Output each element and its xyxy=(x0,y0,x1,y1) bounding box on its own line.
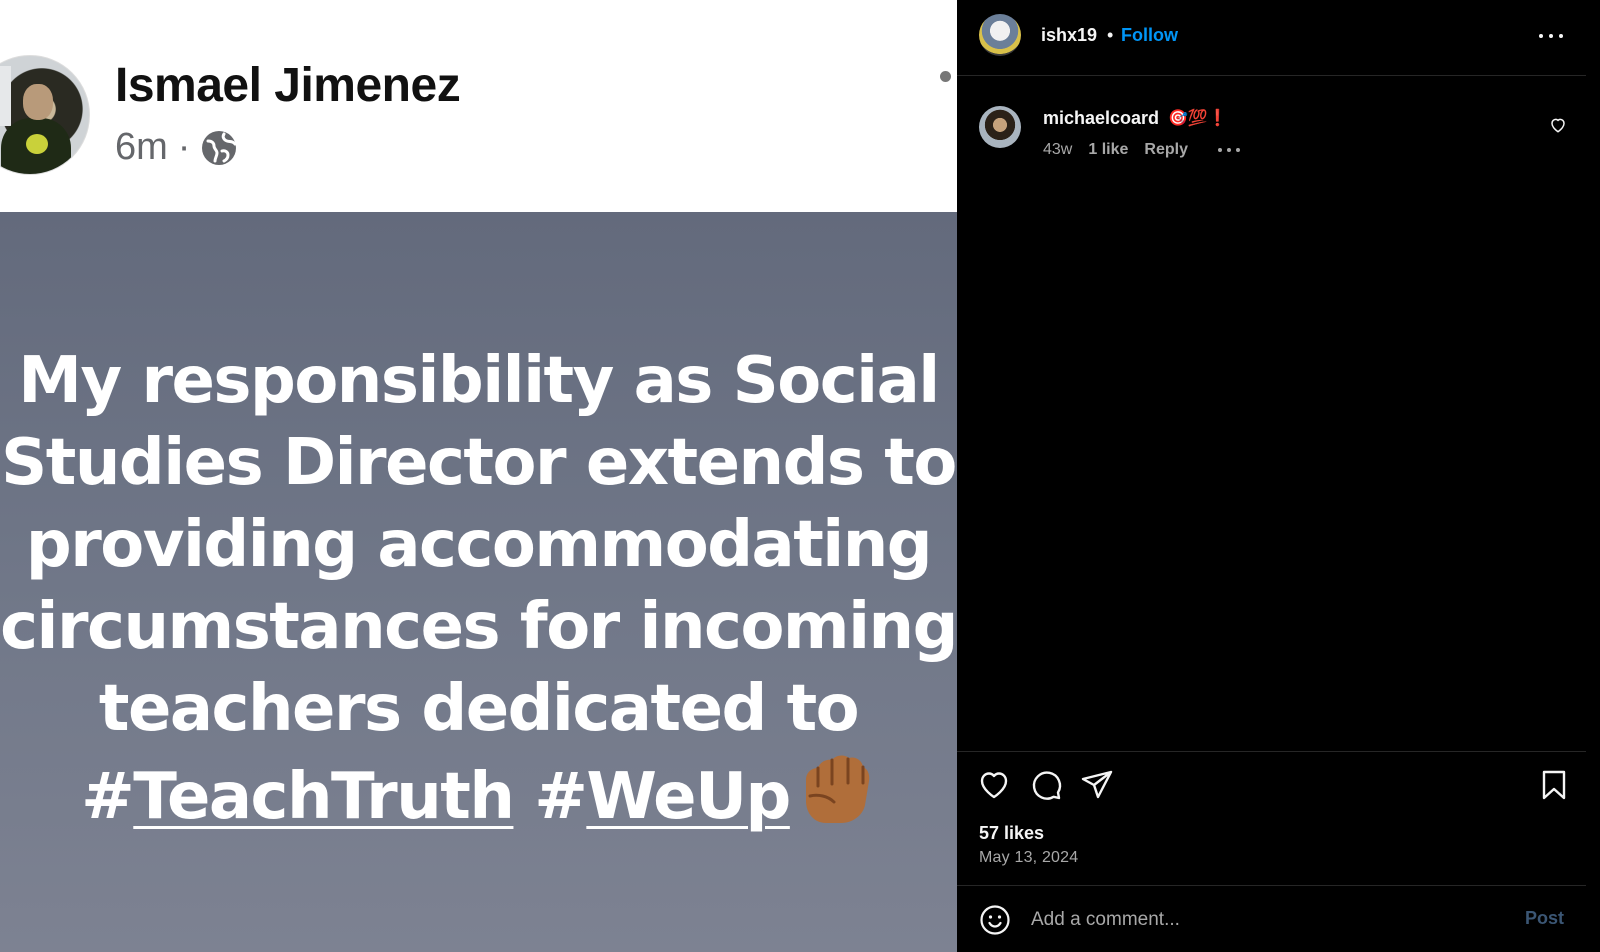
embedded-post-header: Ismael Jimenez 6m · xyxy=(0,0,957,212)
hashtag-teachtruth: TeachTruth xyxy=(133,760,515,834)
commenter-avatar[interactable] xyxy=(979,106,1021,148)
hash-symbol: # xyxy=(534,760,588,834)
embedded-post-time: 6m xyxy=(115,126,168,168)
comment-text: 🎯💯❗ xyxy=(1168,110,1228,127)
author-avatar[interactable] xyxy=(979,14,1021,56)
follow-button[interactable]: Follow xyxy=(1121,25,1178,46)
likes-count[interactable]: 57 likes xyxy=(979,823,1044,844)
more-options-icon[interactable] xyxy=(1539,33,1563,39)
post-header: ishx19 • Follow xyxy=(957,0,1586,76)
heart-icon[interactable] xyxy=(977,768,1011,802)
post-text-line: Studies Director extends to xyxy=(1,426,957,500)
embedded-author-name: Ismael Jimenez xyxy=(115,59,461,112)
comment-likes[interactable]: 1 like xyxy=(1088,141,1128,159)
bookmark-icon[interactable] xyxy=(1537,768,1571,802)
comment-divider xyxy=(957,885,1586,886)
embedded-post-text: My responsibility as Social Studies Dire… xyxy=(0,340,957,838)
right-edge xyxy=(1586,0,1600,952)
comment-time[interactable]: 43w xyxy=(1043,141,1072,159)
post-text-line: providing accommodating xyxy=(25,508,933,582)
hashtag-weup: WeUp xyxy=(586,760,791,834)
post-text-line: My responsibility as Social xyxy=(18,344,940,418)
post-image: Ismael Jimenez 6m · My responsibility as… xyxy=(0,0,957,952)
post-text-line: circumstances for incoming xyxy=(0,590,957,664)
globe-icon xyxy=(202,130,237,165)
emoji-icon[interactable] xyxy=(979,904,1011,936)
comment-icon[interactable] xyxy=(1029,768,1063,802)
comment-more-icon[interactable] xyxy=(1217,147,1240,153)
embedded-author-avatar xyxy=(0,55,90,175)
post-sidebar: ishx19 • Follow michaelcoard 🎯💯❗ 43w 1 l… xyxy=(957,0,1586,952)
reply-button[interactable]: Reply xyxy=(1144,141,1188,159)
post-date[interactable]: May 13, 2024 xyxy=(979,849,1078,867)
header-separator: • xyxy=(1107,25,1114,45)
comment-heart-icon[interactable] xyxy=(1549,116,1567,134)
actions-divider xyxy=(957,751,1586,752)
embedded-post-body: My responsibility as Social Studies Dire… xyxy=(0,212,957,952)
comment-meta: 43w 1 like Reply xyxy=(1043,141,1240,159)
hashtags-line: #TeachTruth #WeUp xyxy=(0,750,957,838)
embedded-post-meta: 6m · xyxy=(115,126,238,169)
share-icon[interactable] xyxy=(1080,768,1114,802)
indicator-dot xyxy=(940,71,951,82)
comment-input[interactable] xyxy=(1031,904,1471,936)
hash-symbol: # xyxy=(81,760,135,834)
post-comment-button[interactable]: Post xyxy=(1525,908,1564,929)
author-username[interactable]: ishx19 xyxy=(1041,25,1097,46)
post-text-line: teachers dedicated to xyxy=(98,672,860,746)
commenter-username[interactable]: michaelcoard xyxy=(1043,108,1159,129)
comment-item: michaelcoard 🎯💯❗ 43w 1 like Reply xyxy=(957,100,1586,170)
raised-fist-icon xyxy=(805,755,870,823)
meta-separator: · xyxy=(177,126,191,168)
